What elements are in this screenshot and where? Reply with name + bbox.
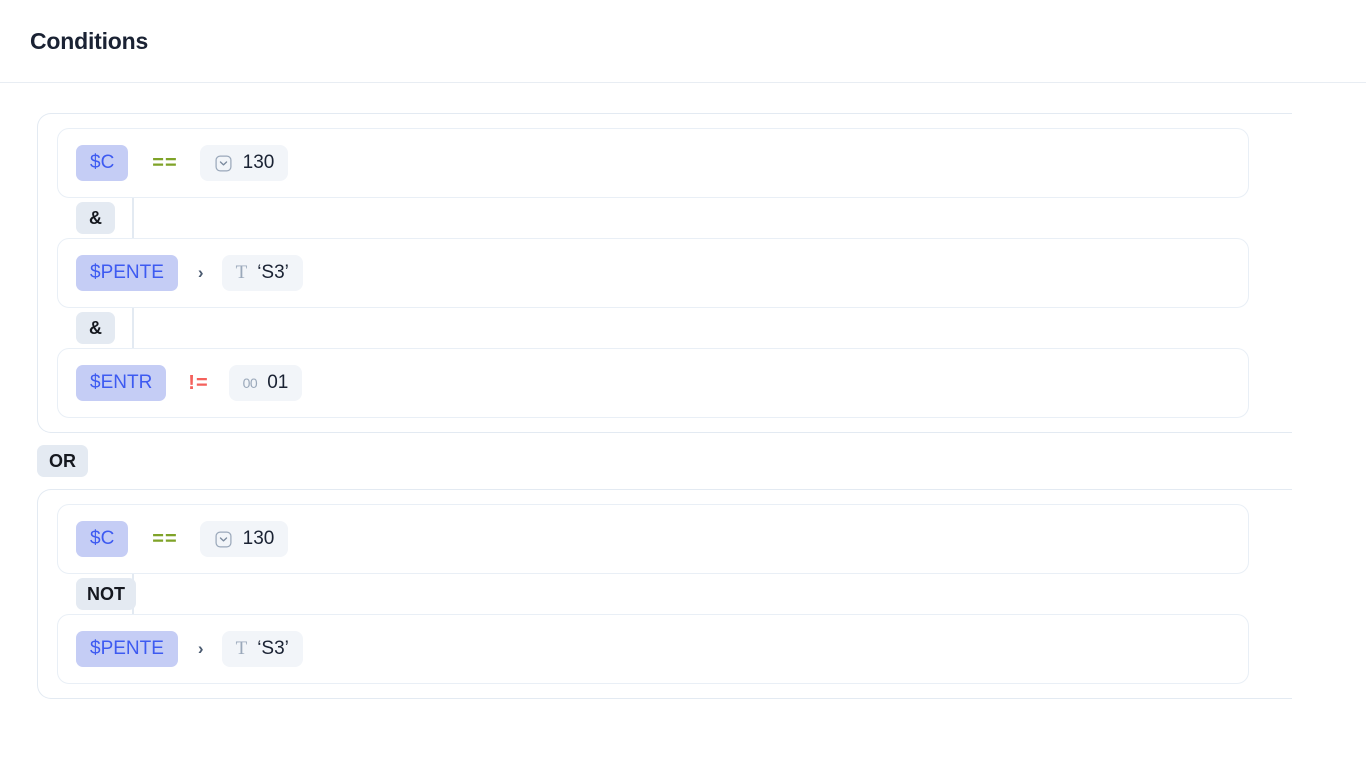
- condition-group-body: $C == 130 NOT $PENTE › T ‘S3’: [38, 504, 1292, 684]
- value-text: 130: [242, 152, 275, 173]
- value-chip[interactable]: 130: [199, 145, 289, 181]
- value-chip[interactable]: 00 01: [228, 365, 303, 401]
- condition-row[interactable]: $C == 130: [57, 128, 1249, 198]
- operator-greater-than[interactable]: ›: [198, 639, 204, 659]
- value-text: 01: [267, 372, 289, 393]
- condition-row[interactable]: $C == 130: [57, 504, 1249, 574]
- value-chip[interactable]: T ‘S3’: [221, 255, 303, 291]
- condition-row[interactable]: $PENTE › T ‘S3’: [57, 238, 1249, 308]
- connector-chip-&[interactable]: &: [76, 202, 115, 234]
- page-title: Conditions: [30, 27, 149, 54]
- condition-group-body: $C == 130 & $PENTE › T ‘S3’ & $ENTR != 00 01: [38, 128, 1292, 418]
- number-type-icon: 00: [242, 375, 258, 391]
- operator-not-equals[interactable]: !=: [188, 372, 208, 395]
- text-type-icon: T: [235, 262, 248, 283]
- select-chevron-icon: [214, 530, 233, 549]
- value-chip[interactable]: 130: [199, 521, 289, 557]
- value-text: ‘S3’: [257, 262, 289, 283]
- condition-row[interactable]: $ENTR != 00 01: [57, 348, 1249, 418]
- top-level-connector: OR: [0, 433, 1366, 489]
- connector-chip-&[interactable]: &: [76, 312, 115, 344]
- connector-chip-not[interactable]: NOT: [76, 578, 136, 610]
- condition-group: $C == 130 & $PENTE › T ‘S3’ & $ENTR != 00 01: [37, 113, 1292, 433]
- operator-equals[interactable]: ==: [152, 152, 177, 175]
- variable-chip[interactable]: $PENTE: [76, 631, 178, 667]
- text-type-icon: T: [235, 638, 248, 659]
- page-header: Conditions: [0, 0, 1366, 83]
- variable-chip[interactable]: $C: [76, 521, 129, 557]
- value-text: 130: [242, 528, 275, 549]
- connector-chip-or[interactable]: OR: [37, 445, 88, 477]
- group-connector: NOT: [57, 574, 1292, 614]
- group-connector: &: [57, 308, 1292, 348]
- variable-chip[interactable]: $C: [76, 145, 129, 181]
- operator-equals[interactable]: ==: [152, 528, 177, 551]
- operator-greater-than[interactable]: ›: [198, 263, 204, 283]
- condition-group: $C == 130 NOT $PENTE › T ‘S3’: [37, 489, 1292, 699]
- variable-chip[interactable]: $PENTE: [76, 255, 178, 291]
- condition-row[interactable]: $PENTE › T ‘S3’: [57, 614, 1249, 684]
- value-chip[interactable]: T ‘S3’: [221, 631, 303, 667]
- group-connector: &: [57, 198, 1292, 238]
- value-text: ‘S3’: [257, 638, 289, 659]
- variable-chip[interactable]: $ENTR: [76, 365, 167, 401]
- condition-groups-root: $C == 130 & $PENTE › T ‘S3’ & $ENTR != 00 01 OR $C == 13…: [0, 113, 1366, 699]
- select-chevron-icon: [214, 154, 233, 173]
- conditions-canvas: $C == 130 & $PENTE › T ‘S3’ & $ENTR != 00 01 OR $C == 13…: [0, 83, 1366, 699]
